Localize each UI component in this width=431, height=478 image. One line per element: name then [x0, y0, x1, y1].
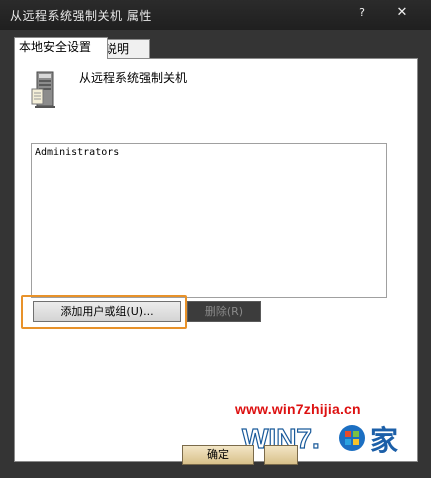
cancel-button[interactable] [264, 445, 298, 465]
close-button[interactable]: ✕ [392, 4, 412, 22]
tab-local-security-setting[interactable]: 本地安全设置 [14, 37, 108, 59]
help-button[interactable]: ? [352, 4, 372, 22]
members-listbox[interactable]: Administrators [31, 143, 387, 298]
server-computer-icon [31, 71, 55, 108]
list-item[interactable]: Administrators [35, 147, 119, 158]
window-title: 从远程系统强制关机 属性 [10, 9, 152, 23]
ok-button[interactable]: 确定 [182, 445, 254, 465]
add-user-or-group-button[interactable]: 添加用户或组(U)... [33, 301, 181, 322]
remove-button[interactable]: 删除(R) [187, 301, 261, 322]
policy-name: 从远程系统强制关机 [79, 71, 188, 85]
dialog-client-area: 本地安全设置 说明 从远程系统强制关机 Administrators 添加用户或… [0, 30, 431, 478]
watermark-url: www.win7zhijia.cn [235, 401, 361, 417]
svg-text:家: 家 [370, 424, 398, 457]
title-bar: 从远程系统强制关机 属性 ? ✕ [0, 0, 431, 30]
